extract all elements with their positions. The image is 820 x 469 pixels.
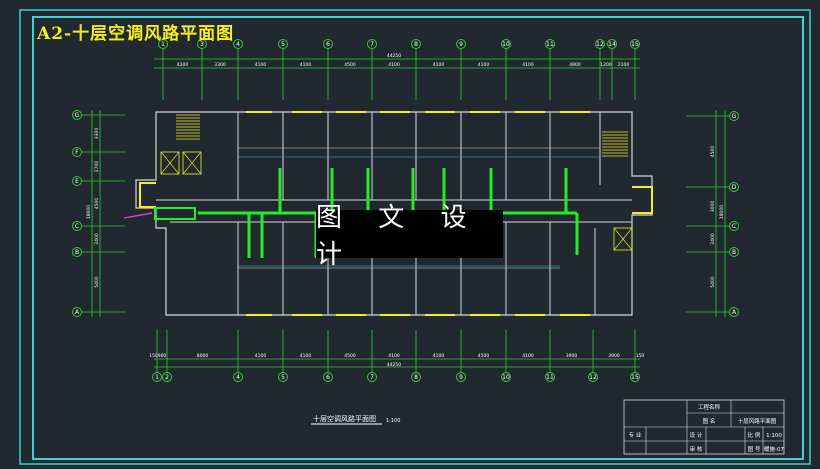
dimension-text: 4500 [344,62,356,68]
elevator-cross [182,151,202,175]
axis-label: 6 [326,41,330,48]
dimension-text: 4500 [478,353,490,359]
dimension-text: 2400 [94,233,100,245]
axis-label: 11 [546,374,554,381]
axis-label: 9 [459,41,463,48]
dimension-text: 3900 [608,353,620,359]
dimension-text: 1200 [600,62,612,68]
dimension-text: 4100 [388,62,400,68]
axis-label: 5 [281,374,285,381]
dimension-text: 4100 [255,62,267,68]
dimension-text: 44250 [387,53,401,59]
axis-label: G [732,113,737,120]
scale-value: 1:100 [766,433,782,439]
window [139,182,156,208]
axis-label: 8 [414,41,418,48]
dimension-text: 4100 [433,353,445,359]
dimension-text: 18000 [719,205,725,219]
dimension-text: 2400 [710,233,716,245]
dimension-text: 3900 [566,353,578,359]
specialty-label: 专 业 [629,431,642,439]
axis-label: A [732,309,737,316]
dimension-text: 150 [636,353,645,359]
number-label: 图 号 [748,445,761,453]
axis-label: B [75,249,79,256]
axis-label: 4 [236,41,240,48]
axis-label: 14 [608,41,616,48]
axis-label: 7 [370,41,374,48]
dimension-text: 4100 [255,353,267,359]
design-label: 设 计 [690,431,703,439]
caption-scale: 1:100 [386,418,400,424]
dimension-text: 2700 [94,161,100,173]
axis-label: 7 [370,374,374,381]
dimension-text: 4100 [522,353,534,359]
axis-label: C [732,223,736,230]
dimension-text: 4500 [344,353,356,359]
project-label: 工程名称 [698,403,721,411]
dimension-text: 4200 [177,62,189,68]
dimension-text: 4500 [710,146,716,158]
dimension-text: 150 [149,353,158,359]
review-label: 审 核 [690,445,703,453]
axis-label: 5 [281,41,285,48]
dimension-text: 4100 [300,62,312,68]
axis-label: 4 [236,374,240,381]
axis-label: 10 [502,374,510,381]
axis-label: 1 [155,374,159,381]
axis-label: 2 [165,374,169,381]
dimension-text: 5400 [710,276,716,288]
caption-text: 十层空调风路平面图 [313,414,376,423]
axis-label: 10 [502,41,510,48]
axis-label: 12 [596,41,604,48]
dimension-text: 2100 [618,62,630,68]
dimension-text: 900 [158,353,167,359]
dimension-text: 8000 [197,353,209,359]
window [632,186,653,214]
scale-label: 比 例 [748,431,761,439]
dimension-text: 18000 [86,205,92,219]
dimension-text: 4800 [569,62,581,68]
dimension-text: 4100 [478,62,490,68]
elevator-cross [613,227,633,251]
dimension-text: 3000 [710,201,716,213]
axis-label: E [75,178,79,185]
dimension-text: 4100 [300,353,312,359]
axis-label: 12 [589,374,597,381]
axis-label: 8 [414,374,418,381]
dimension-text: 5400 [94,276,100,288]
dimension-text: 4100 [522,62,534,68]
axis-label: D [732,184,737,191]
watermark: 图 文 设 计 [316,203,503,270]
fresh-air-label-leader [123,212,153,219]
drawing-name: 十层风路平面图 [738,417,777,425]
drawing-title: A2-十层空调风路平面图 [37,24,235,44]
dimension-text: 44250 [387,362,401,368]
drawing-number: 暖施-07 [764,445,784,453]
axis-label: 15 [631,41,639,48]
dimension-text: 3300 [94,128,100,140]
dimension-text: 3300 [214,62,226,68]
drawing-caption: 十层空调风路平面图 1:100 [311,414,400,425]
drawing-name-label: 图 名 [703,417,716,425]
axis-label: 15 [631,374,639,381]
dimension-text: 4500 [94,198,100,210]
axis-label: B [732,249,736,256]
axis-label: 9 [459,374,463,381]
axis-label: 6 [326,374,330,381]
dimension-text: 4100 [433,62,445,68]
air-handler [154,207,196,220]
elevator-cross [160,151,180,175]
dimension-text: 4100 [388,353,400,359]
title-block: 工程名称图 名 十层风路平面图专 业 设 计审 核 比 例 1:100 图 号暖施-07 [623,399,784,455]
axis-label: F [75,149,79,156]
axis-label: G [75,112,80,119]
axis-label: A [75,309,80,316]
axis-label: C [75,223,79,230]
axis-label: 11 [546,41,554,48]
